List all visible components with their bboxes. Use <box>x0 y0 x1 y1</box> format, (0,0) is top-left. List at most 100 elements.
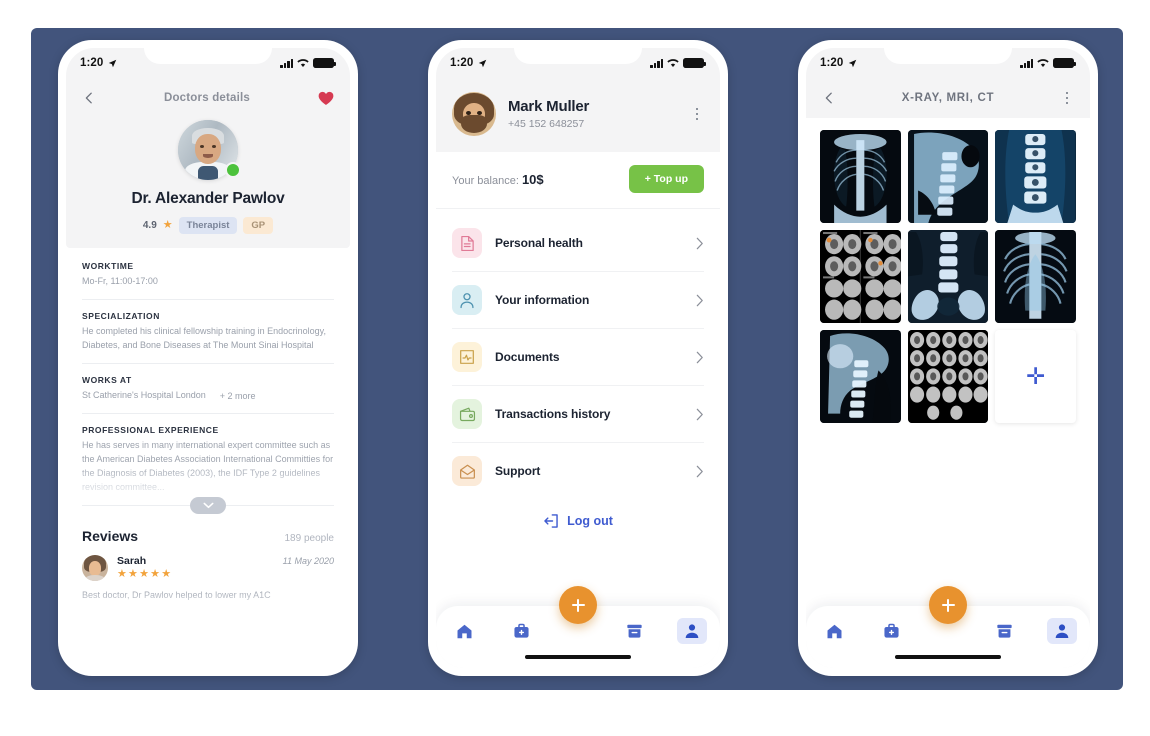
menu-item-personal-health[interactable]: Personal health <box>452 215 704 272</box>
kebab-menu-icon[interactable] <box>690 107 704 121</box>
balance-label: Your balance: 10$ <box>452 172 544 187</box>
gallery-item-xray-lumbar-pelvis[interactable] <box>907 230 989 323</box>
phone-mockup-imaging: 1:20 X-RAY, MRI, CT ✛ <box>798 40 1098 676</box>
gallery-item-xray-chest-front[interactable] <box>820 130 901 223</box>
heart-filled-icon[interactable] <box>318 91 334 106</box>
status-time: 1:20 <box>820 57 844 69</box>
battery-full-icon <box>683 58 707 68</box>
review-item: Sarah 11 May 2020 ★★★★★ <box>82 554 334 581</box>
chevron-left-icon[interactable] <box>822 91 836 105</box>
wifi-icon <box>297 59 309 68</box>
nav-bar-doctor: Doctors details <box>66 78 350 118</box>
user-avatar <box>452 92 496 136</box>
balance-label-text: Your balance: <box>452 174 519 187</box>
add-fab-button[interactable] <box>929 586 967 624</box>
gallery-item-mri-brain-slices-panel[interactable] <box>820 230 901 323</box>
menu-item-label: Support <box>495 464 541 478</box>
menu-item-documents[interactable]: Documents <box>452 329 704 386</box>
gallery-item-xray-chest-ribs[interactable] <box>995 230 1076 323</box>
info-text: St Catherine's Hospital London <box>82 389 206 400</box>
info-label: WORKS AT <box>82 374 132 385</box>
top-up-button[interactable]: + Top up <box>628 165 704 193</box>
tab-appointments[interactable] <box>506 618 536 644</box>
battery-full-icon <box>313 58 337 68</box>
review-text: Best doctor, Dr Pawlov helped to lower m… <box>82 589 334 603</box>
plus-icon: ✛ <box>1026 363 1046 389</box>
health-document-icon <box>452 228 482 258</box>
info-section-works-at: WORKS AT St Catherine's Hospital London … <box>82 364 334 414</box>
tab-profile[interactable] <box>676 618 707 644</box>
reviews-section: Reviews 189 people Sarah 11 May 2020 ★★★… <box>66 514 350 603</box>
logout-label: Log out <box>567 514 613 528</box>
reviewer-avatar <box>82 554 108 581</box>
user-name: Mark Muller <box>508 98 590 115</box>
screenshot-stage: 1:20 Doctors details Dr. Alexander Pawlo… <box>0 0 1150 736</box>
status-bar: 1:20 <box>436 48 720 78</box>
menu-item-support[interactable]: Support <box>452 443 704 499</box>
info-text: Mo-Fr, 11:00-17:00 <box>82 276 158 286</box>
info-label: PROFESSIONAL EXPERIENCE <box>82 424 219 435</box>
status-bar: 1:20 <box>806 48 1090 78</box>
person-filled-icon <box>685 624 698 639</box>
info-section-experience: PROFESSIONAL EXPERIENCE He has serves in… <box>82 414 334 506</box>
tag-therapist: Therapist <box>178 217 238 234</box>
info-section-worktime: WORKTIME Mo-Fr, 11:00-17:00 <box>82 248 334 300</box>
gallery-item-xray-cervical-spine-lateral[interactable] <box>907 130 989 223</box>
profile-header: Mark Muller +45 152 648257 <box>436 78 720 152</box>
tab-records[interactable] <box>990 618 1020 644</box>
info-label: WORKTIME <box>82 261 134 271</box>
menu-item-transactions-history[interactable]: Transactions history <box>452 386 704 443</box>
info-text: He completed his clinical fellowship tra… <box>82 325 326 350</box>
add-fab-button[interactable] <box>559 586 597 624</box>
logout-button[interactable]: Log out <box>436 513 720 529</box>
kebab-menu-icon[interactable] <box>1060 91 1074 105</box>
person-filled-icon <box>1055 624 1068 639</box>
doctor-header: Dr. Alexander Pawlov 4.9 ★ Therapist GP <box>66 118 350 248</box>
wifi-icon <box>667 59 679 68</box>
chevron-left-icon[interactable] <box>82 91 96 105</box>
status-time: 1:20 <box>450 57 474 69</box>
notch <box>884 48 1012 64</box>
balance-row: Your balance: 10$ + Top up <box>436 152 720 209</box>
screen-imaging: 1:20 X-RAY, MRI, CT ✛ <box>806 48 1090 668</box>
home-indicator <box>895 654 1001 659</box>
info-text: He has serves in many international expe… <box>82 439 334 495</box>
status-time: 1:20 <box>80 57 104 69</box>
expand-section-button[interactable] <box>190 496 226 514</box>
reviewer-name: Sarah <box>117 554 147 567</box>
tab-records[interactable] <box>620 618 650 644</box>
gallery-item-mri-brain-grid[interactable] <box>907 330 989 423</box>
info-label: SPECIALIZATION <box>82 310 160 321</box>
location-arrow-icon <box>109 59 117 67</box>
gallery-add-image-button[interactable]: ✛ <box>995 330 1076 423</box>
tab-home[interactable] <box>449 618 479 644</box>
chevron-right-icon <box>696 465 703 477</box>
chevron-right-icon <box>696 237 703 249</box>
battery-full-icon <box>1053 58 1077 68</box>
reviews-title: Reviews <box>82 527 139 544</box>
archive-box-icon <box>997 624 1012 638</box>
signal-bars-icon <box>280 58 293 68</box>
chevron-right-icon <box>696 294 703 306</box>
tab-appointments[interactable] <box>876 618 906 644</box>
chevron-right-icon <box>696 351 703 363</box>
menu-item-label: Documents <box>495 350 560 364</box>
page-title: Doctors details <box>163 92 251 104</box>
medical-bag-icon <box>884 623 899 638</box>
location-arrow-icon <box>479 59 487 67</box>
profile-menu-list: Personal health Your information Documen… <box>436 209 720 499</box>
notch <box>144 48 272 64</box>
gallery-item-xray-lumbar-spine-front[interactable] <box>995 130 1076 223</box>
works-at-more-link[interactable]: + 2 more <box>220 391 256 401</box>
menu-item-your-information[interactable]: Your information <box>452 272 704 329</box>
medical-bag-icon <box>514 623 529 638</box>
tab-profile[interactable] <box>1046 618 1077 644</box>
reviews-count: 189 people <box>284 532 335 544</box>
home-icon <box>827 624 842 638</box>
gallery-item-xray-neck-skull-lateral[interactable] <box>820 330 901 423</box>
page-title: X-RAY, MRI, CT <box>901 92 995 104</box>
mail-support-icon <box>452 456 482 486</box>
review-stars: ★★★★★ <box>117 567 173 580</box>
tab-home[interactable] <box>819 618 849 644</box>
signal-bars-icon <box>1020 58 1033 68</box>
